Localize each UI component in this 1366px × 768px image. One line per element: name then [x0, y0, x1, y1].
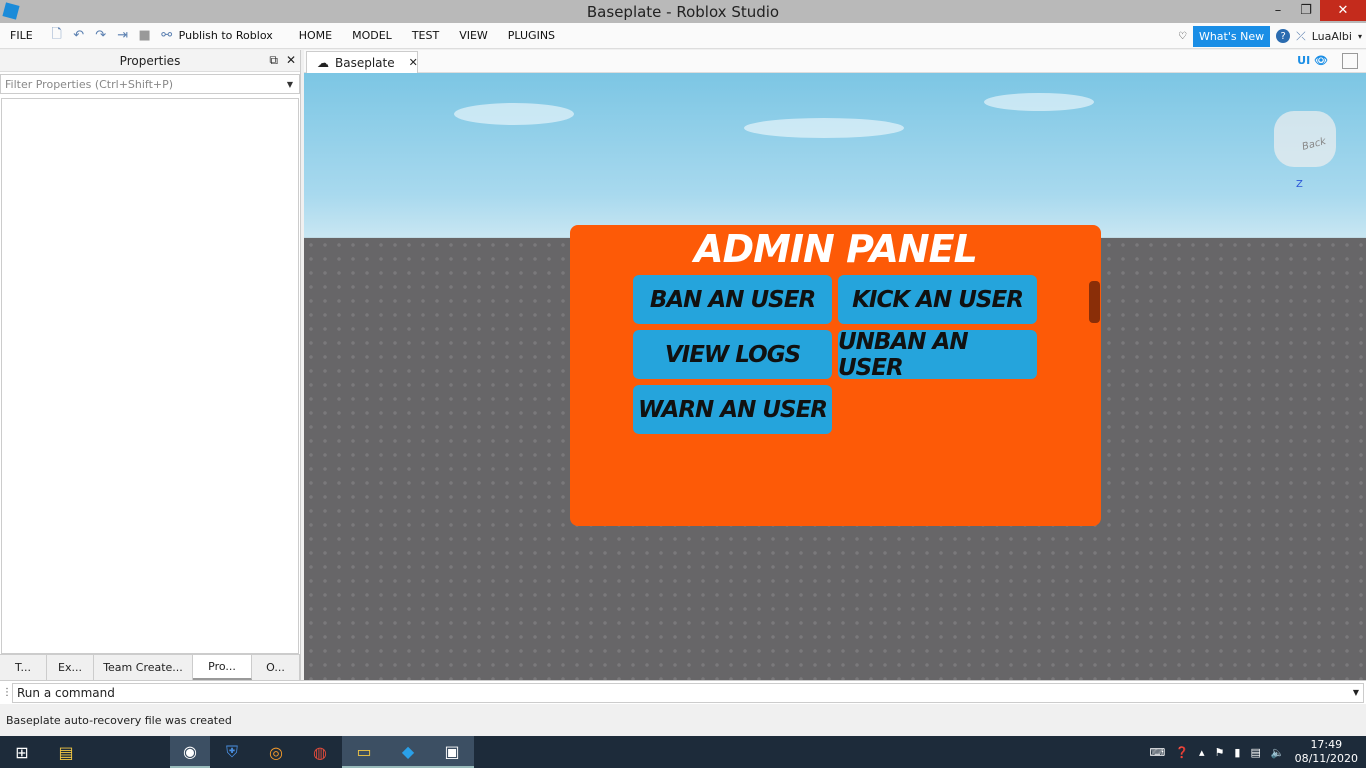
command-input[interactable]: Run a command ▼: [12, 682, 1364, 703]
undo-icon[interactable]: ↶: [71, 28, 87, 44]
tab-model[interactable]: MODEL: [342, 29, 402, 42]
chevron-down-icon[interactable]: ▼: [1353, 688, 1359, 697]
compass-back-label: Back: [1300, 136, 1328, 153]
tab-output[interactable]: O...: [252, 655, 300, 680]
tab-home[interactable]: HOME: [289, 29, 342, 42]
battery-icon[interactable]: ▮: [1234, 746, 1240, 759]
system-tray: ⌨ ❓ ▴ ⚑ ▮ ▤ 🔈 17:49 08/11/2020: [1149, 736, 1366, 768]
view-logs-button[interactable]: VIEW LOGS: [633, 330, 832, 379]
publish-button[interactable]: Publish to Roblox: [179, 29, 273, 42]
clock-date: 08/11/2020: [1294, 752, 1358, 765]
share-icon[interactable]: ⤫: [1296, 29, 1306, 44]
3d-viewport[interactable]: Back Z ADMIN PANEL BAN AN USER KICK AN U…: [304, 73, 1366, 680]
tab-team-create[interactable]: Team Create...: [94, 655, 193, 680]
status-bar: Baseplate auto-recovery file was created: [0, 704, 1366, 736]
view-compass[interactable]: Back Z: [1274, 111, 1336, 190]
chrome-icon[interactable]: ◍: [298, 736, 342, 768]
new-file-icon[interactable]: 🗋: [49, 27, 65, 44]
network-icon[interactable]: ▤: [1250, 746, 1260, 759]
chevron-down-icon[interactable]: ▾: [1358, 32, 1362, 41]
keyboard-icon[interactable]: ⌨: [1149, 746, 1165, 759]
redo-icon[interactable]: ↷: [93, 28, 109, 44]
notes-icon[interactable]: ▤: [44, 736, 88, 768]
clock-time: 17:49: [1310, 738, 1343, 751]
windows-start-icon[interactable]: ⊞: [0, 736, 44, 768]
undock-icon[interactable]: ⧉: [269, 53, 278, 68]
panel-tabs: T... Ex... Team Create... Pro... O...: [0, 654, 300, 680]
view-selector-icon[interactable]: [1342, 53, 1358, 69]
admin-panel-title: ADMIN PANEL: [694, 227, 978, 271]
app-window-icon[interactable]: ▣: [430, 736, 474, 768]
tab-toolbox[interactable]: T...: [0, 655, 47, 680]
file-menu[interactable]: FILE: [0, 29, 43, 42]
binoculars-icon[interactable]: ⚯: [159, 28, 175, 44]
cloud: [454, 103, 574, 125]
close-panel-icon[interactable]: ✕: [286, 53, 296, 68]
grip-icon[interactable]: ⋮: [2, 687, 12, 698]
tab-plugins[interactable]: PLUGINS: [498, 29, 565, 42]
cloud-icon: ☁: [317, 55, 329, 70]
tab-baseplate[interactable]: ☁ Baseplate ✕: [306, 51, 418, 73]
properties-header: Properties ⧉ ✕: [0, 50, 300, 72]
cloud: [984, 93, 1094, 111]
maximize-button[interactable]: ❐: [1292, 0, 1320, 21]
flag-icon[interactable]: ⚑: [1215, 746, 1225, 759]
stop-icon[interactable]: ■: [137, 28, 153, 44]
close-button[interactable]: ✕: [1320, 0, 1366, 21]
user-name[interactable]: LuaAlbi: [1312, 30, 1352, 43]
ui-visibility-toggle[interactable]: UI 👁: [1297, 54, 1328, 67]
file-explorer-icon[interactable]: ▭: [342, 736, 386, 768]
kick-user-button[interactable]: KICK AN USER: [838, 275, 1037, 324]
admin-panel-scrollbar[interactable]: [1089, 281, 1100, 323]
edge-icon[interactable]: ◉: [170, 736, 210, 768]
compass-z-label: Z: [1296, 179, 1303, 190]
help-icon[interactable]: ?: [1276, 29, 1291, 43]
properties-list[interactable]: [1, 98, 299, 654]
cloud: [744, 118, 904, 138]
clock[interactable]: 17:49 08/11/2020: [1295, 738, 1358, 766]
import-icon[interactable]: ⇥: [115, 28, 131, 44]
help-tray-icon[interactable]: ❓: [1175, 746, 1189, 759]
tab-view[interactable]: VIEW: [449, 29, 498, 42]
tab-explorer[interactable]: Ex...: [47, 655, 94, 680]
defender-icon[interactable]: ⛨: [210, 736, 254, 768]
ui-toggle-label: UI: [1297, 54, 1311, 67]
tab-properties[interactable]: Pro...: [193, 655, 252, 680]
roblox-studio-taskbar-icon[interactable]: ◆: [386, 736, 430, 768]
volume-icon[interactable]: 🔈: [1271, 746, 1285, 759]
command-placeholder: Run a command: [17, 685, 115, 700]
properties-title: Properties: [119, 53, 181, 68]
roblox-studio-logo-icon: [2, 2, 20, 20]
document-tab-bar: ☁ Baseplate ✕ UI 👁: [304, 50, 1366, 73]
chevron-down-icon[interactable]: ▼: [287, 80, 293, 89]
blender-icon[interactable]: ◎: [254, 736, 298, 768]
menu-right-tools: ♡ What's New ? ⤫ LuaAlbi ▾: [1178, 23, 1362, 49]
warn-user-button[interactable]: WARN AN USER: [633, 385, 832, 434]
window-title: Baseplate - Roblox Studio: [586, 2, 780, 21]
command-bar: ⋮ Run a command ▼: [0, 680, 1366, 704]
filter-properties-input[interactable]: Filter Properties (Ctrl+Shift+P) ▼: [0, 74, 300, 94]
ban-user-button[interactable]: BAN AN USER: [633, 275, 832, 324]
unban-user-button[interactable]: UNBAN AN USER: [838, 329, 1037, 381]
title-bar: Baseplate - Roblox Studio – ❐ ✕: [0, 0, 1366, 23]
tab-test[interactable]: TEST: [402, 29, 449, 42]
status-message: Baseplate auto-recovery file was created: [6, 713, 232, 727]
minimize-button[interactable]: –: [1264, 0, 1292, 21]
properties-panel: Properties ⧉ ✕ Filter Properties (Ctrl+S…: [0, 50, 301, 680]
menu-bar: FILE 🗋 ↶ ↷ ⇥ ■ ⚯ Publish to Roblox HOME …: [0, 23, 1366, 49]
window-controls: – ❐ ✕: [1264, 0, 1366, 23]
admin-panel: ADMIN PANEL BAN AN USER KICK AN USER VIE…: [570, 225, 1101, 526]
windows-taskbar: ⊞ ▤ ◉ ⛨ ◎ ◍ ▭ ◆ ▣ ⌨ ❓ ▴ ⚑ ▮ ▤ 🔈 17:49 08…: [0, 736, 1366, 768]
whats-new-button[interactable]: What's New: [1192, 25, 1271, 47]
filter-placeholder: Filter Properties (Ctrl+Shift+P): [5, 77, 174, 91]
close-tab-icon[interactable]: ✕: [409, 56, 418, 69]
tab-baseplate-label: Baseplate: [335, 55, 395, 70]
quick-access-toolbar: 🗋 ↶ ↷ ⇥ ■ ⚯: [49, 27, 175, 44]
chevron-up-icon[interactable]: ▴: [1199, 746, 1205, 759]
collapse-ribbon-icon[interactable]: ♡: [1178, 31, 1187, 42]
